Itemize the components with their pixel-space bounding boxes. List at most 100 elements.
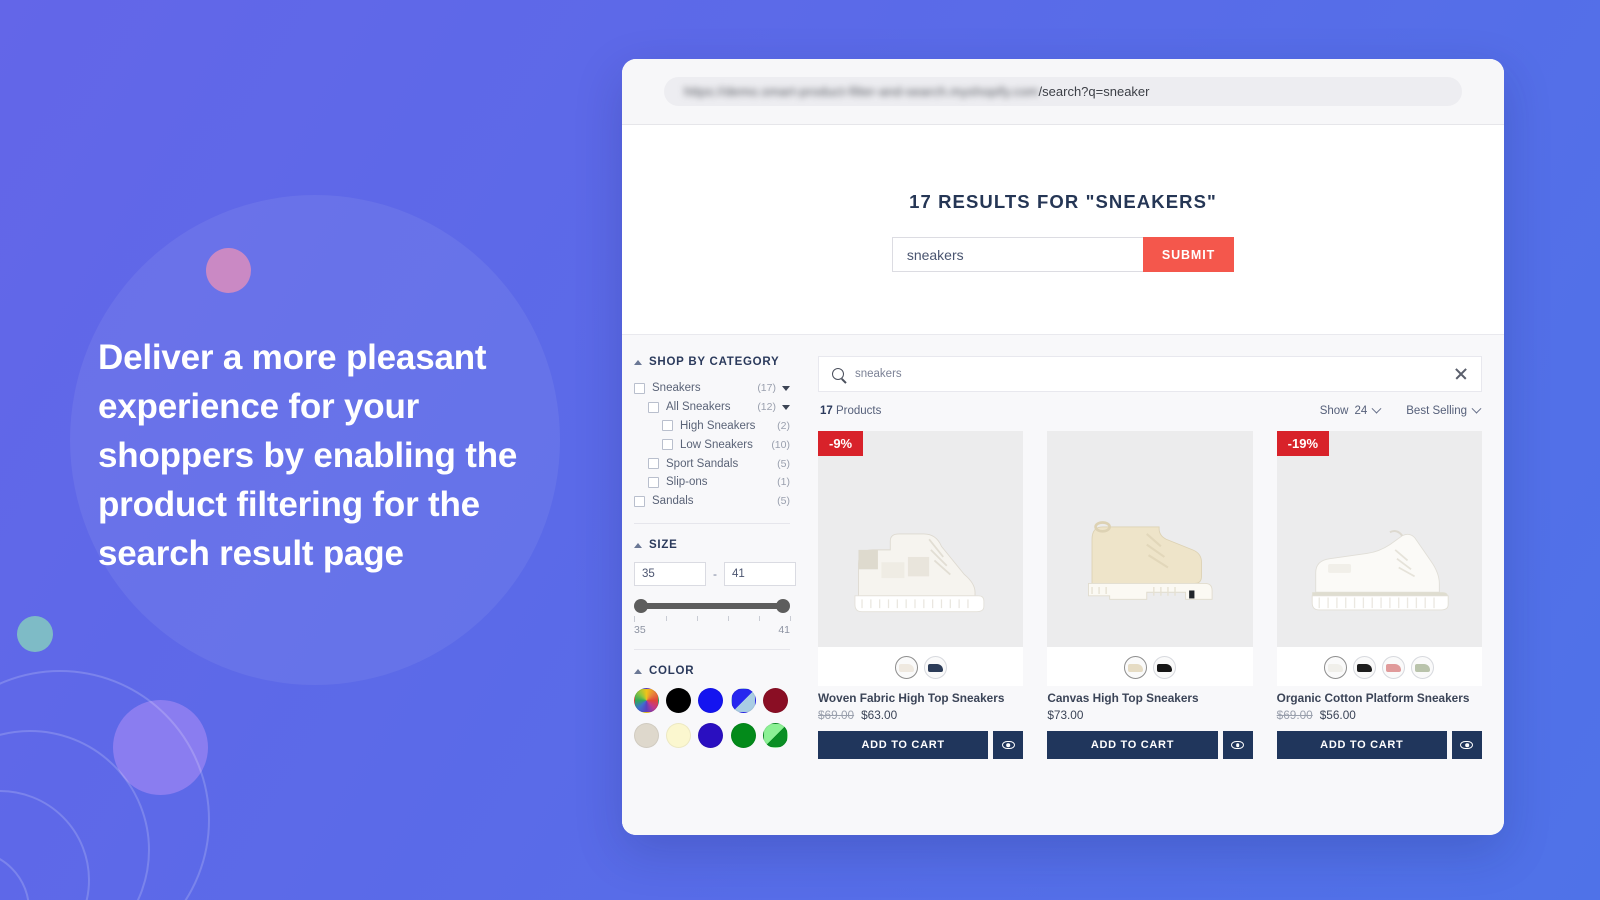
- eye-icon: [1001, 741, 1015, 749]
- color-swatch-beige[interactable]: [634, 723, 659, 749]
- product-title[interactable]: Canvas High Top Sneakers: [1047, 686, 1252, 708]
- category-item-high-sneakers[interactable]: High Sneakers (2): [634, 417, 790, 436]
- variant-swatch[interactable]: [894, 656, 918, 679]
- quick-view-button[interactable]: [1451, 731, 1482, 759]
- color-swatch-green[interactable]: [730, 723, 756, 749]
- checkbox-icon[interactable]: [634, 495, 645, 507]
- variant-swatches: [818, 647, 1024, 686]
- show-value: 24: [1354, 405, 1368, 417]
- background-teal-dot: [17, 616, 53, 652]
- product-card[interactable]: Canvas High Top Sneakers $73.00 ADD TO C…: [1047, 431, 1253, 759]
- size-range-separator: -: [713, 567, 717, 582]
- category-count: (5): [777, 495, 790, 508]
- variant-swatch[interactable]: [923, 656, 947, 679]
- category-count: (17): [757, 382, 776, 395]
- discount-badge: -19%: [1276, 431, 1330, 456]
- product-card[interactable]: -19% Organic Cotton Platform Sneakers $6…: [1276, 431, 1482, 759]
- product-count-label: Products: [832, 405, 882, 417]
- discount-badge: -9%: [818, 431, 864, 456]
- color-swatch-multicolor[interactable]: [634, 688, 659, 714]
- results-panel: 17 Products Show 24 Best Selling -9%: [804, 335, 1504, 835]
- chevron-down-icon[interactable]: [782, 385, 790, 391]
- checkbox-icon[interactable]: [634, 382, 645, 394]
- variant-swatches: [1047, 647, 1253, 686]
- show-per-page-control[interactable]: Show 24: [1320, 403, 1382, 417]
- product-image[interactable]: -19%: [1276, 431, 1482, 647]
- price-current: $63.00: [861, 708, 898, 722]
- color-swatch-grid: [634, 688, 790, 749]
- variant-swatch[interactable]: [1324, 656, 1348, 679]
- facet-color-header[interactable]: COLOR: [634, 665, 790, 677]
- slider-handle-max[interactable]: [776, 599, 790, 614]
- slider-handle-min[interactable]: [634, 599, 648, 614]
- color-swatch-blue[interactable]: [698, 688, 724, 714]
- product-image[interactable]: [1047, 431, 1253, 647]
- category-label: All Sneakers: [666, 401, 731, 414]
- size-range-slider[interactable]: [634, 599, 790, 614]
- facet-size-header[interactable]: SIZE: [634, 539, 790, 551]
- checkbox-icon[interactable]: [662, 439, 673, 451]
- product-card[interactable]: -9% Woven Fabric High Top Sneakers $69.0…: [818, 431, 1024, 759]
- checkbox-icon[interactable]: [662, 420, 673, 432]
- size-max-input[interactable]: [724, 562, 796, 587]
- category-item-all-sneakers[interactable]: All Sneakers (12): [634, 398, 790, 417]
- range-min-label: 35: [634, 624, 646, 637]
- clear-search-icon[interactable]: [1454, 367, 1468, 381]
- color-swatch-green-light[interactable]: [762, 723, 788, 749]
- variant-swatch[interactable]: [1353, 656, 1377, 679]
- address-bar[interactable]: https://demo.smart-product-filter-and-se…: [664, 77, 1462, 106]
- platform-sneaker-illustration: [1311, 530, 1449, 611]
- color-swatch-dark-red[interactable]: [762, 688, 788, 714]
- checkbox-icon[interactable]: [648, 401, 659, 413]
- filter-sidebar: SHOP BY CATEGORY Sneakers (17) All Sneak…: [622, 335, 804, 835]
- category-item-sneakers[interactable]: Sneakers (17): [634, 379, 790, 398]
- chevron-down-icon[interactable]: [782, 404, 790, 410]
- header-search-input[interactable]: [891, 237, 1143, 272]
- product-image[interactable]: -9%: [818, 431, 1024, 647]
- slider-track: [640, 603, 784, 610]
- checkbox-icon[interactable]: [648, 476, 659, 488]
- facet-category-header[interactable]: SHOP BY CATEGORY: [634, 356, 790, 368]
- results-search-box[interactable]: [818, 356, 1482, 392]
- sort-control[interactable]: Best Selling: [1406, 403, 1482, 417]
- quick-view-button[interactable]: [993, 731, 1024, 759]
- product-title[interactable]: Organic Cotton Platform Sneakers: [1277, 686, 1482, 708]
- category-list: Sneakers (17) All Sneakers (12) High Sne…: [634, 379, 790, 510]
- color-swatch-blue-light[interactable]: [730, 688, 756, 714]
- price-current: $56.00: [1319, 708, 1356, 722]
- color-swatch-ivory[interactable]: [666, 723, 692, 749]
- add-to-cart-button[interactable]: ADD TO CART: [1047, 731, 1218, 759]
- category-label: Slip-ons: [666, 476, 708, 489]
- hero-headline: Deliver a more pleasant experience for y…: [98, 338, 518, 573]
- variant-swatch[interactable]: [1382, 656, 1406, 679]
- add-to-cart-button[interactable]: ADD TO CART: [818, 731, 989, 759]
- category-item-low-sneakers[interactable]: Low Sneakers (10): [634, 435, 790, 454]
- category-item-sport-sandals[interactable]: Sport Sandals (5): [634, 454, 790, 473]
- submit-button[interactable]: SUBMIT: [1142, 237, 1235, 272]
- card-actions: ADD TO CART: [818, 731, 1024, 759]
- store-body: SHOP BY CATEGORY Sneakers (17) All Sneak…: [622, 335, 1504, 835]
- boot-illustration: [1087, 521, 1213, 600]
- category-item-sandals[interactable]: Sandals (5): [634, 492, 790, 511]
- chevron-down-icon: [1371, 403, 1382, 414]
- color-swatch-indigo[interactable]: [698, 723, 724, 749]
- category-label: High Sneakers: [680, 419, 756, 432]
- variant-swatch[interactable]: [1152, 656, 1176, 679]
- checkbox-icon[interactable]: [648, 458, 659, 470]
- category-item-slip-ons[interactable]: Slip-ons (1): [634, 473, 790, 492]
- slider-ticks: [634, 616, 791, 623]
- category-label: Sneakers: [652, 382, 701, 395]
- color-swatch-black[interactable]: [666, 688, 692, 714]
- variant-swatch[interactable]: [1123, 656, 1147, 679]
- product-price: $69.00 $56.00: [1277, 708, 1482, 731]
- product-title[interactable]: Woven Fabric High Top Sneakers: [818, 686, 1023, 708]
- quick-view-button[interactable]: [1222, 731, 1253, 759]
- browser-chrome: https://demo.smart-product-filter-and-se…: [622, 59, 1504, 125]
- variant-swatch[interactable]: [1411, 656, 1435, 679]
- chevron-down-icon: [1471, 403, 1482, 414]
- size-min-input[interactable]: [634, 562, 706, 587]
- results-search-input[interactable]: [855, 368, 1454, 380]
- background-arcs: [0, 670, 210, 900]
- variant-swatches: [1276, 647, 1482, 686]
- add-to-cart-button[interactable]: ADD TO CART: [1276, 731, 1447, 759]
